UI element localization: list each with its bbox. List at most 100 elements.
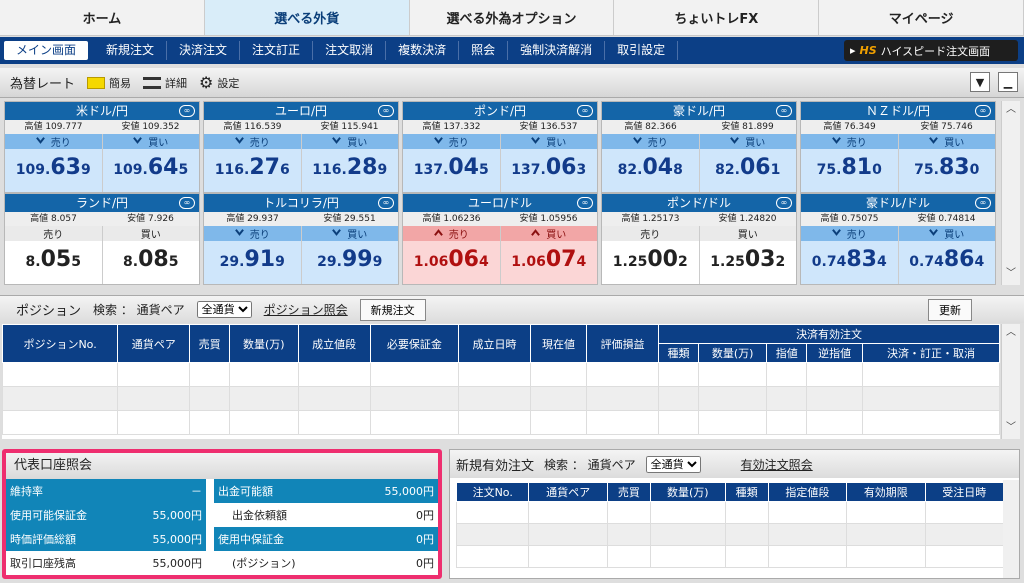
price-pips: 04 <box>642 155 674 180</box>
pair-name: ポンド/円 <box>473 104 527 118</box>
buy-price-button[interactable]: 買い 29.999 <box>301 226 398 284</box>
pair-name: ＮＺドル/円 <box>865 104 931 118</box>
sell-price-button[interactable]: 売り 75.810 <box>801 134 899 192</box>
sub-tab-4[interactable]: 注文取消 <box>313 41 387 60</box>
link-icon[interactable]: ∞ <box>975 105 991 117</box>
table-cell <box>724 523 769 546</box>
table-cell <box>862 410 1000 435</box>
price-sides: 売り 8.055 買い 8.085 <box>5 226 199 284</box>
price-prefix: 137. <box>511 162 546 178</box>
buy-price-button[interactable]: 買い 116.289 <box>301 134 398 192</box>
sell-price: 0.74834 <box>801 241 898 281</box>
rate-card[interactable]: ユーロ/ドル ∞ 高値 1.06236 安値 1.05956 売り 1.06064 買い 1.… <box>402 193 598 285</box>
arrow-up-icon <box>433 228 443 240</box>
sell-price-button[interactable]: 売り 82.048 <box>602 134 700 192</box>
buy-label: 買い <box>737 230 758 241</box>
sell-label-row: 売り <box>801 134 898 149</box>
sell-price-button[interactable]: 売り 29.919 <box>204 226 302 284</box>
chevron-down-icon[interactable]: ﹀ <box>1002 419 1020 437</box>
rate-card[interactable]: 米ドル/円 ∞ 高値 109.777 安値 109.352 売り 109.639 買い 109… <box>4 101 200 193</box>
detail-view-button[interactable]: 詳細 <box>143 75 187 91</box>
buy-price-button[interactable]: 買い 75.830 <box>898 134 995 192</box>
rate-card[interactable]: ランド/円 ∞ 高値 8.057 安値 7.926 売り 8.055 買い 8.085 <box>4 193 200 285</box>
table-cell <box>455 545 530 568</box>
position-currency-select[interactable]: 全通貨 <box>196 301 252 318</box>
link-icon[interactable]: ∞ <box>776 105 792 117</box>
orders-inquiry-link[interactable]: 有効注文照会 <box>741 456 813 473</box>
sell-price-button[interactable]: 売り 137.045 <box>403 134 501 192</box>
rate-card[interactable]: 豪ドル/円 ∞ 高値 82.366 安値 81.899 売り 82.048 買い 82.061 <box>601 101 797 193</box>
arrow-down-icon <box>632 136 642 148</box>
link-icon[interactable]: ∞ <box>776 197 792 209</box>
link-icon[interactable]: ∞ <box>179 197 195 209</box>
high-low-row: 高値 137.332 安値 136.537 <box>403 120 597 134</box>
link-icon[interactable]: ∞ <box>577 197 593 209</box>
table-cell <box>606 545 652 568</box>
sub-tab-5[interactable]: 複数決済 <box>386 41 460 60</box>
chevron-up-icon[interactable]: ︿ <box>1002 101 1020 119</box>
table-cell <box>189 362 231 387</box>
refresh-button[interactable]: 更新 <box>928 298 972 321</box>
sell-price-button[interactable]: 売り 1.06064 <box>403 226 501 284</box>
settings-button[interactable]: ⚙ 設定 <box>199 73 239 92</box>
top-tab-1[interactable]: 選べる外貨 <box>204 0 410 35</box>
rate-card[interactable]: ポンド/円 ∞ 高値 137.332 安値 136.537 売り 137.045 買い 137… <box>402 101 598 193</box>
sell-price-button[interactable]: 売り 1.25002 <box>602 226 700 284</box>
orders-currency-select[interactable]: 全通貨 <box>645 455 701 473</box>
table-row <box>455 545 1005 568</box>
sub-tab-2[interactable]: 決済注文 <box>167 41 241 60</box>
buy-label: 買い <box>347 138 368 149</box>
rate-card[interactable]: ユーロ/円 ∞ 高値 116.539 安値 115.941 売り 116.276 買い 116… <box>203 101 399 193</box>
chevron-down-icon[interactable]: ﹀ <box>1002 265 1020 283</box>
table-cell <box>297 410 371 435</box>
buy-price-button[interactable]: 買い 1.25032 <box>699 226 796 284</box>
top-tab-2[interactable]: 選べる外為オプション <box>410 0 615 35</box>
price-fraction: 1 <box>770 162 781 178</box>
rate-card[interactable]: ポンド/ドル ∞ 高値 1.25173 安値 1.24820 売り 1.25002 買い 1.… <box>601 193 797 285</box>
sub-tab-3[interactable]: 注文訂正 <box>240 41 314 60</box>
buy-price-button[interactable]: 買い 8.085 <box>102 226 199 284</box>
low-value: 安値 115.941 <box>320 122 379 132</box>
sub-tab-7[interactable]: 強制決済解消 <box>508 41 606 60</box>
buy-price-button[interactable]: 買い 82.061 <box>699 134 796 192</box>
sub-tab-1[interactable]: 新規注文 <box>94 41 168 60</box>
price-fraction: 4 <box>876 254 887 270</box>
rate-card[interactable]: 豪ドル/ドル ∞ 高値 0.75075 安値 0.74814 売り 0.74834 買い 0.… <box>800 193 996 285</box>
rate-card[interactable]: トルコリラ/円 ∞ 高値 29.937 安値 29.551 売り 29.919 買い 29.9… <box>203 193 399 285</box>
rate-card[interactable]: ＮＺドル/円 ∞ 高値 76.349 安値 75.746 売り 75.810 買い 75.83… <box>800 101 996 193</box>
sub-tab-8[interactable]: 取引設定 <box>605 41 679 60</box>
account-right-cell: 出金依頼額 0円 <box>214 503 438 527</box>
sell-price-button[interactable]: 売り 109.639 <box>5 134 103 192</box>
sell-price-button[interactable]: 売り 8.055 <box>5 226 103 284</box>
minimize-icon[interactable]: ▁ <box>998 72 1018 92</box>
link-icon[interactable]: ∞ <box>179 105 195 117</box>
simple-view-button[interactable]: 簡易 <box>87 75 131 91</box>
chevron-up-icon[interactable]: ︿ <box>1002 324 1020 342</box>
new-order-button[interactable]: 新規注文 <box>359 298 426 321</box>
collapse-icon[interactable]: ▼ <box>970 72 990 92</box>
sell-label-row: 売り <box>602 134 699 149</box>
table-cell <box>530 386 588 411</box>
link-icon[interactable]: ∞ <box>577 105 593 117</box>
rate-scrollbar[interactable]: ︿ ﹀ <box>1001 101 1020 285</box>
sub-tab-6[interactable]: 照会 <box>459 41 509 60</box>
highspeed-order-button[interactable]: ▸ HS ハイスピード注文画面 <box>844 40 1018 61</box>
buy-price-button[interactable]: 買い 1.06074 <box>500 226 597 284</box>
link-icon[interactable]: ∞ <box>975 197 991 209</box>
buy-price-button[interactable]: 買い 109.645 <box>102 134 199 192</box>
buy-price-button[interactable]: 買い 0.74864 <box>898 226 995 284</box>
top-tab-0[interactable]: ホーム <box>0 0 205 35</box>
position-inquiry-link[interactable]: ポジション照会 <box>264 301 348 318</box>
sell-price-button[interactable]: 売り 0.74834 <box>801 226 899 284</box>
price-pips: 08 <box>138 247 169 272</box>
orders-scrollbar[interactable] <box>1003 480 1019 578</box>
link-icon[interactable]: ∞ <box>378 197 394 209</box>
top-tab-3[interactable]: ちょいトレFX <box>614 0 820 35</box>
top-tab-4[interactable]: マイページ <box>819 0 1024 35</box>
buy-price-button[interactable]: 買い 137.063 <box>500 134 597 192</box>
sell-price-button[interactable]: 売り 116.276 <box>204 134 302 192</box>
position-scrollbar[interactable]: ︿ ﹀ <box>1001 324 1020 439</box>
link-icon[interactable]: ∞ <box>378 105 394 117</box>
sub-tab-0[interactable]: メイン画面 <box>4 41 89 60</box>
price-pips: 27 <box>249 155 280 180</box>
